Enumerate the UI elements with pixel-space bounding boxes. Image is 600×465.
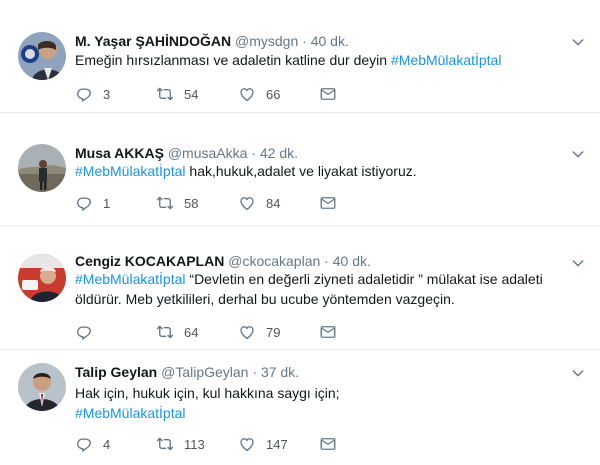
author-name[interactable]: Cengiz KOCAKAPLAN — [75, 253, 224, 269]
hashtag-link[interactable]: #MebMülakatİptal — [75, 271, 186, 287]
direct-message-button[interactable] — [319, 193, 337, 213]
like-icon — [238, 323, 256, 341]
direct-message-icon — [319, 435, 337, 453]
direct-message-button[interactable] — [319, 84, 337, 104]
retweet-icon — [156, 323, 174, 341]
hashtag-link[interactable]: #MebMülakatİptal — [75, 163, 186, 179]
like-button[interactable]: 66 — [238, 84, 280, 104]
retweet-count: 113 — [184, 436, 205, 452]
timestamp[interactable]: 37 dk. — [261, 364, 299, 380]
retweet-icon — [156, 85, 174, 103]
tweet[interactable]: M. Yaşar ŞAHİNDOĞAN @mysdgn · 40 dk. Eme… — [0, 0, 600, 113]
avatar[interactable] — [18, 363, 66, 411]
retweet-button[interactable]: 64 — [156, 322, 198, 342]
timestamp[interactable]: 40 dk. — [311, 33, 349, 49]
tweet-header: Talip Geylan @TalipGeylan · 37 dk. — [75, 364, 299, 380]
timestamp[interactable]: 40 dk. — [333, 253, 371, 269]
reply-icon — [75, 194, 93, 212]
chevron-down-icon[interactable] — [570, 34, 586, 50]
tweet[interactable]: Talip Geylan @TalipGeylan · 37 dk. Hak i… — [0, 350, 600, 465]
reply-button[interactable]: 1 — [75, 193, 110, 213]
tweet-text-segment: “Devletin en değerli ziyneti adaletidir … — [185, 271, 543, 287]
timestamp[interactable]: 42 dk. — [260, 145, 298, 161]
direct-message-button[interactable] — [319, 434, 337, 454]
hashtag-link[interactable]: #MebMülakatİptal — [391, 52, 502, 68]
retweet-button[interactable]: 113 — [156, 434, 205, 454]
avatar[interactable] — [18, 144, 66, 192]
separator-dot: · — [251, 145, 256, 161]
tweet-text: #MebMülakatİptal “Devletin en değerli zi… — [75, 269, 575, 309]
like-icon — [238, 435, 256, 453]
tweet[interactable]: Cengiz KOCAKAPLAN @ckocakaplan · 40 dk. … — [0, 226, 600, 350]
tweet-text-line: öldürür. Meb yetkilileri, derhal bu ucub… — [75, 291, 455, 307]
chevron-down-icon[interactable] — [570, 146, 586, 162]
author-handle[interactable]: @ckocakaplan — [228, 253, 320, 269]
tweet-text-line: #MebMülakatİptal “Devletin en değerli zi… — [75, 269, 575, 289]
reply-icon — [75, 323, 93, 341]
like-button[interactable]: 147 — [238, 434, 288, 454]
retweet-button[interactable]: 58 — [156, 193, 198, 213]
author-handle[interactable]: @TalipGeylan — [161, 364, 248, 380]
separator-dot: · — [252, 364, 258, 380]
tweet-actions: 3 54 66 — [75, 84, 375, 104]
tweet-actions: 64 79 — [75, 322, 375, 342]
like-icon — [238, 194, 256, 212]
direct-message-icon — [319, 194, 337, 212]
like-icon — [238, 85, 256, 103]
reply-count: 3 — [103, 86, 111, 102]
chevron-down-icon[interactable] — [570, 365, 586, 381]
retweet-icon — [156, 435, 174, 453]
author-handle[interactable]: @musaAkka — [168, 145, 248, 161]
like-count: 79 — [266, 324, 281, 340]
author-name[interactable]: Musa AKKAŞ — [75, 145, 164, 161]
author-name[interactable]: Talip Geylan — [75, 364, 157, 380]
reply-button[interactable]: 4 — [75, 434, 110, 454]
like-count: 147 — [266, 436, 288, 452]
reply-count: 1 — [103, 195, 111, 211]
retweet-count: 64 — [184, 324, 199, 340]
tweet-actions: 1 58 84 — [75, 193, 375, 213]
like-button[interactable]: 84 — [238, 193, 280, 213]
tweet[interactable]: Musa AKKAŞ @musaAkka · 42 dk. #MebMülaka… — [0, 113, 600, 226]
like-count: 84 — [266, 195, 281, 211]
reply-button[interactable] — [75, 322, 103, 342]
like-count: 66 — [266, 86, 281, 102]
author-name[interactable]: M. Yaşar ŞAHİNDOĞAN — [75, 33, 231, 49]
avatar[interactable] — [18, 254, 66, 302]
hashtag-link[interactable]: #MebMülakatİptal — [75, 403, 575, 423]
retweet-count: 58 — [184, 195, 199, 211]
avatar[interactable] — [18, 32, 66, 80]
tweet-header: M. Yaşar ŞAHİNDOĞAN @mysdgn · 40 dk. — [75, 33, 349, 49]
reply-icon — [75, 435, 93, 453]
separator-dot: · — [324, 253, 329, 269]
tweet-feed: M. Yaşar ŞAHİNDOĞAN @mysdgn · 40 dk. Eme… — [0, 0, 600, 465]
tweet-text-line: Hak için, hukuk için, kul hakkına saygı … — [75, 385, 340, 401]
tweet-text: Hak için, hukuk için, kul hakkına saygı … — [75, 383, 575, 423]
like-button[interactable]: 79 — [238, 322, 280, 342]
reply-count: 4 — [103, 436, 111, 452]
reply-button[interactable]: 3 — [75, 84, 110, 104]
tweet-header: Cengiz KOCAKAPLAN @ckocakaplan · 40 dk. — [75, 253, 371, 269]
tweet-text: Emeğin hırsızlanması ve adaletin katline… — [75, 50, 575, 70]
tweet-actions: 4 113 147 — [75, 434, 375, 454]
tweet-text: #MebMülakatİptal hak,hukuk,adalet ve liy… — [75, 161, 575, 181]
tweet-header: Musa AKKAŞ @musaAkka · 42 dk. — [75, 145, 298, 161]
separator-dot: · — [302, 33, 307, 49]
reply-icon — [75, 85, 93, 103]
retweet-count: 54 — [184, 86, 199, 102]
tweet-text-segment: Emeğin hırsızlanması ve adaletin katline… — [75, 52, 391, 68]
tweet-text-segment: hak,hukuk,adalet ve liyakat istiyoruz. — [185, 163, 417, 179]
direct-message-icon — [319, 323, 337, 341]
retweet-button[interactable]: 54 — [156, 84, 198, 104]
direct-message-button[interactable] — [319, 322, 337, 342]
retweet-icon — [156, 194, 174, 212]
direct-message-icon — [319, 85, 337, 103]
author-handle[interactable]: @mysdgn — [235, 33, 298, 49]
